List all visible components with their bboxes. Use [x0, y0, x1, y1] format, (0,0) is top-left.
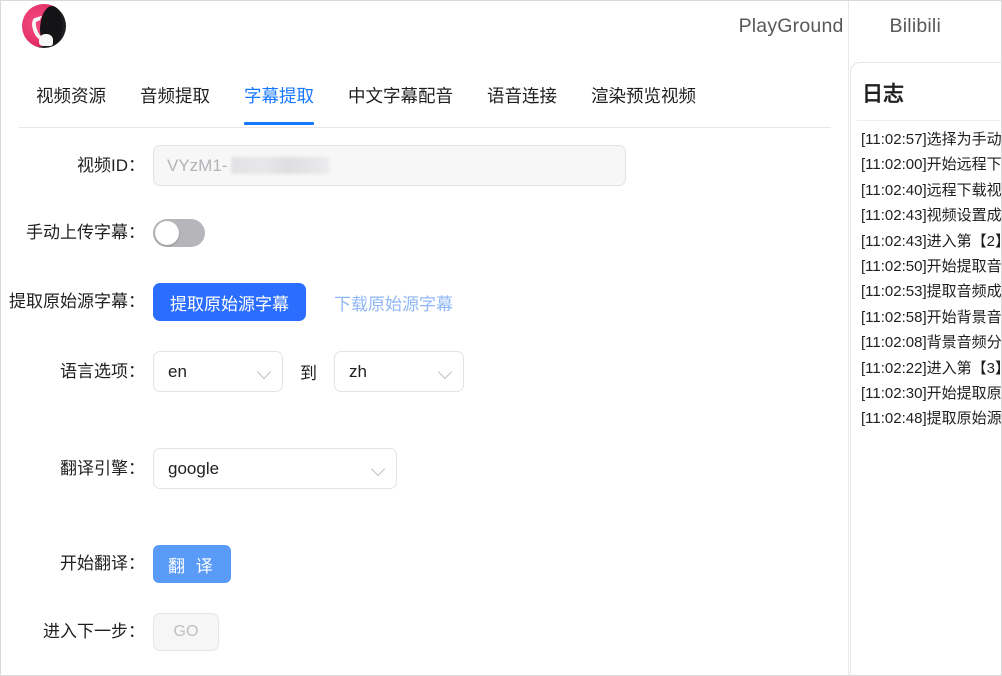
language-to-word: 到	[300, 364, 317, 383]
page-header: PlayGround Bilibili	[1, 1, 1001, 59]
log-line: [11:02:53]提取音频成功	[861, 283, 1002, 301]
form-row-extract-source: 提取原始源字幕： 提取原始源字幕 下载原始源字幕	[1, 283, 453, 321]
language-from-select[interactable]: en	[153, 351, 283, 392]
tab-video-resource[interactable]: 视频资源	[19, 79, 123, 125]
tab-chinese-subtitle-dubbing[interactable]: 中文字幕配音	[331, 79, 470, 125]
translate-label: 开始翻译：	[60, 554, 145, 573]
logo-cat-ear	[49, 5, 60, 17]
language-from-value: en	[168, 361, 187, 381]
form-row-manual-upload: 手动上传字幕：	[1, 219, 205, 247]
extract-source-label: 提取原始源字幕：	[9, 292, 145, 311]
header-link-bilibili[interactable]: Bilibili	[890, 15, 941, 38]
chevron-down-icon	[439, 365, 452, 378]
log-title-divider	[857, 120, 1001, 121]
main-tabs: 视频资源 音频提取 字幕提取 中文字幕配音 语音连接 渲染预览视频	[1, 79, 849, 127]
log-line: [11:02:57]选择为手动输	[861, 131, 1002, 148]
manual-upload-label: 手动上传字幕：	[26, 223, 145, 242]
form-row-engine: 翻译引擎： google	[1, 448, 397, 489]
tab-subtitle-extract[interactable]: 字幕提取	[227, 79, 331, 125]
language-label: 语言选项：	[60, 361, 145, 381]
header-nav: PlayGround Bilibili	[739, 1, 1001, 51]
toggle-knob	[155, 221, 179, 245]
form-row-translate: 开始翻译： 翻 译	[1, 545, 231, 583]
extract-source-button[interactable]: 提取原始源字幕	[153, 283, 306, 321]
engine-label: 翻译引擎：	[60, 458, 145, 478]
log-line: [11:02:00]开始远程下载	[861, 156, 1002, 174]
translation-engine-select[interactable]: google	[153, 448, 397, 489]
form-row-next-step: 进入下一步： GO	[1, 613, 219, 651]
manual-upload-toggle[interactable]	[153, 219, 205, 247]
log-line: [11:02:43]视频设置成功	[861, 207, 1002, 225]
log-line: [11:02:40]远程下载视频	[861, 181, 1002, 199]
log-line: [11:02:30]开始提取原始	[861, 385, 1002, 403]
tab-voice-connect[interactable]: 语音连接	[470, 79, 574, 125]
language-to-value: zh	[349, 361, 367, 381]
header-link-playground[interactable]: PlayGround	[739, 15, 844, 38]
form-row-video-id: 视频ID： VYzM1-	[1, 145, 626, 186]
app-window: PlayGround Bilibili 视频资源 音频提取 字幕提取 中文字幕配…	[0, 0, 1002, 676]
video-id-input[interactable]: VYzM1-	[153, 145, 626, 186]
tab-audio-extract[interactable]: 音频提取	[123, 79, 227, 125]
log-line: [11:02:08]背景音频分离	[861, 334, 1002, 352]
next-step-go-button[interactable]: GO	[153, 613, 219, 651]
engine-value: google	[168, 458, 220, 478]
form-row-language: 语言选项： en 到 zh	[1, 351, 464, 392]
log-line: [11:02:48]提取原始源字	[861, 410, 1002, 428]
log-line: [11:02:22]进入第【3】	[861, 359, 1002, 377]
video-id-label: 视频ID：	[77, 155, 145, 175]
chevron-down-icon	[372, 462, 385, 475]
tabs-divider	[19, 127, 831, 128]
next-step-label: 进入下一步：	[43, 622, 145, 641]
subtitle-extract-form: 视频ID： VYzM1- 手动上传字幕： 提取原始源字幕： 提取原始源字幕 下载…	[1, 135, 849, 675]
app-logo-icon[interactable]	[22, 4, 66, 48]
log-panel-title: 日志	[862, 83, 904, 106]
content-log-divider	[848, 1, 849, 675]
log-line: [11:02:50]开始提取音频	[861, 258, 1002, 276]
log-list[interactable]: [11:02:57]选择为手动输 [11:02:00]开始远程下载 [11:02…	[857, 127, 1002, 432]
video-id-redaction	[231, 157, 330, 174]
translate-button[interactable]: 翻 译	[153, 545, 231, 583]
log-panel: 日志 [11:02:57]选择为手动输 [11:02:00]开始远程下载 [11…	[850, 62, 1002, 675]
language-to-select[interactable]: zh	[334, 351, 464, 392]
chevron-down-icon	[258, 365, 271, 378]
log-line: [11:02:43]进入第【2】	[861, 232, 1002, 250]
download-source-subtitle-link[interactable]: 下载原始源字幕	[334, 290, 453, 315]
video-id-value: VYzM1-	[167, 155, 228, 175]
logo-cat-belly	[39, 34, 53, 46]
tab-render-preview-video[interactable]: 渲染预览视频	[574, 79, 713, 125]
log-line: [11:02:58]开始背景音频	[861, 308, 1002, 326]
